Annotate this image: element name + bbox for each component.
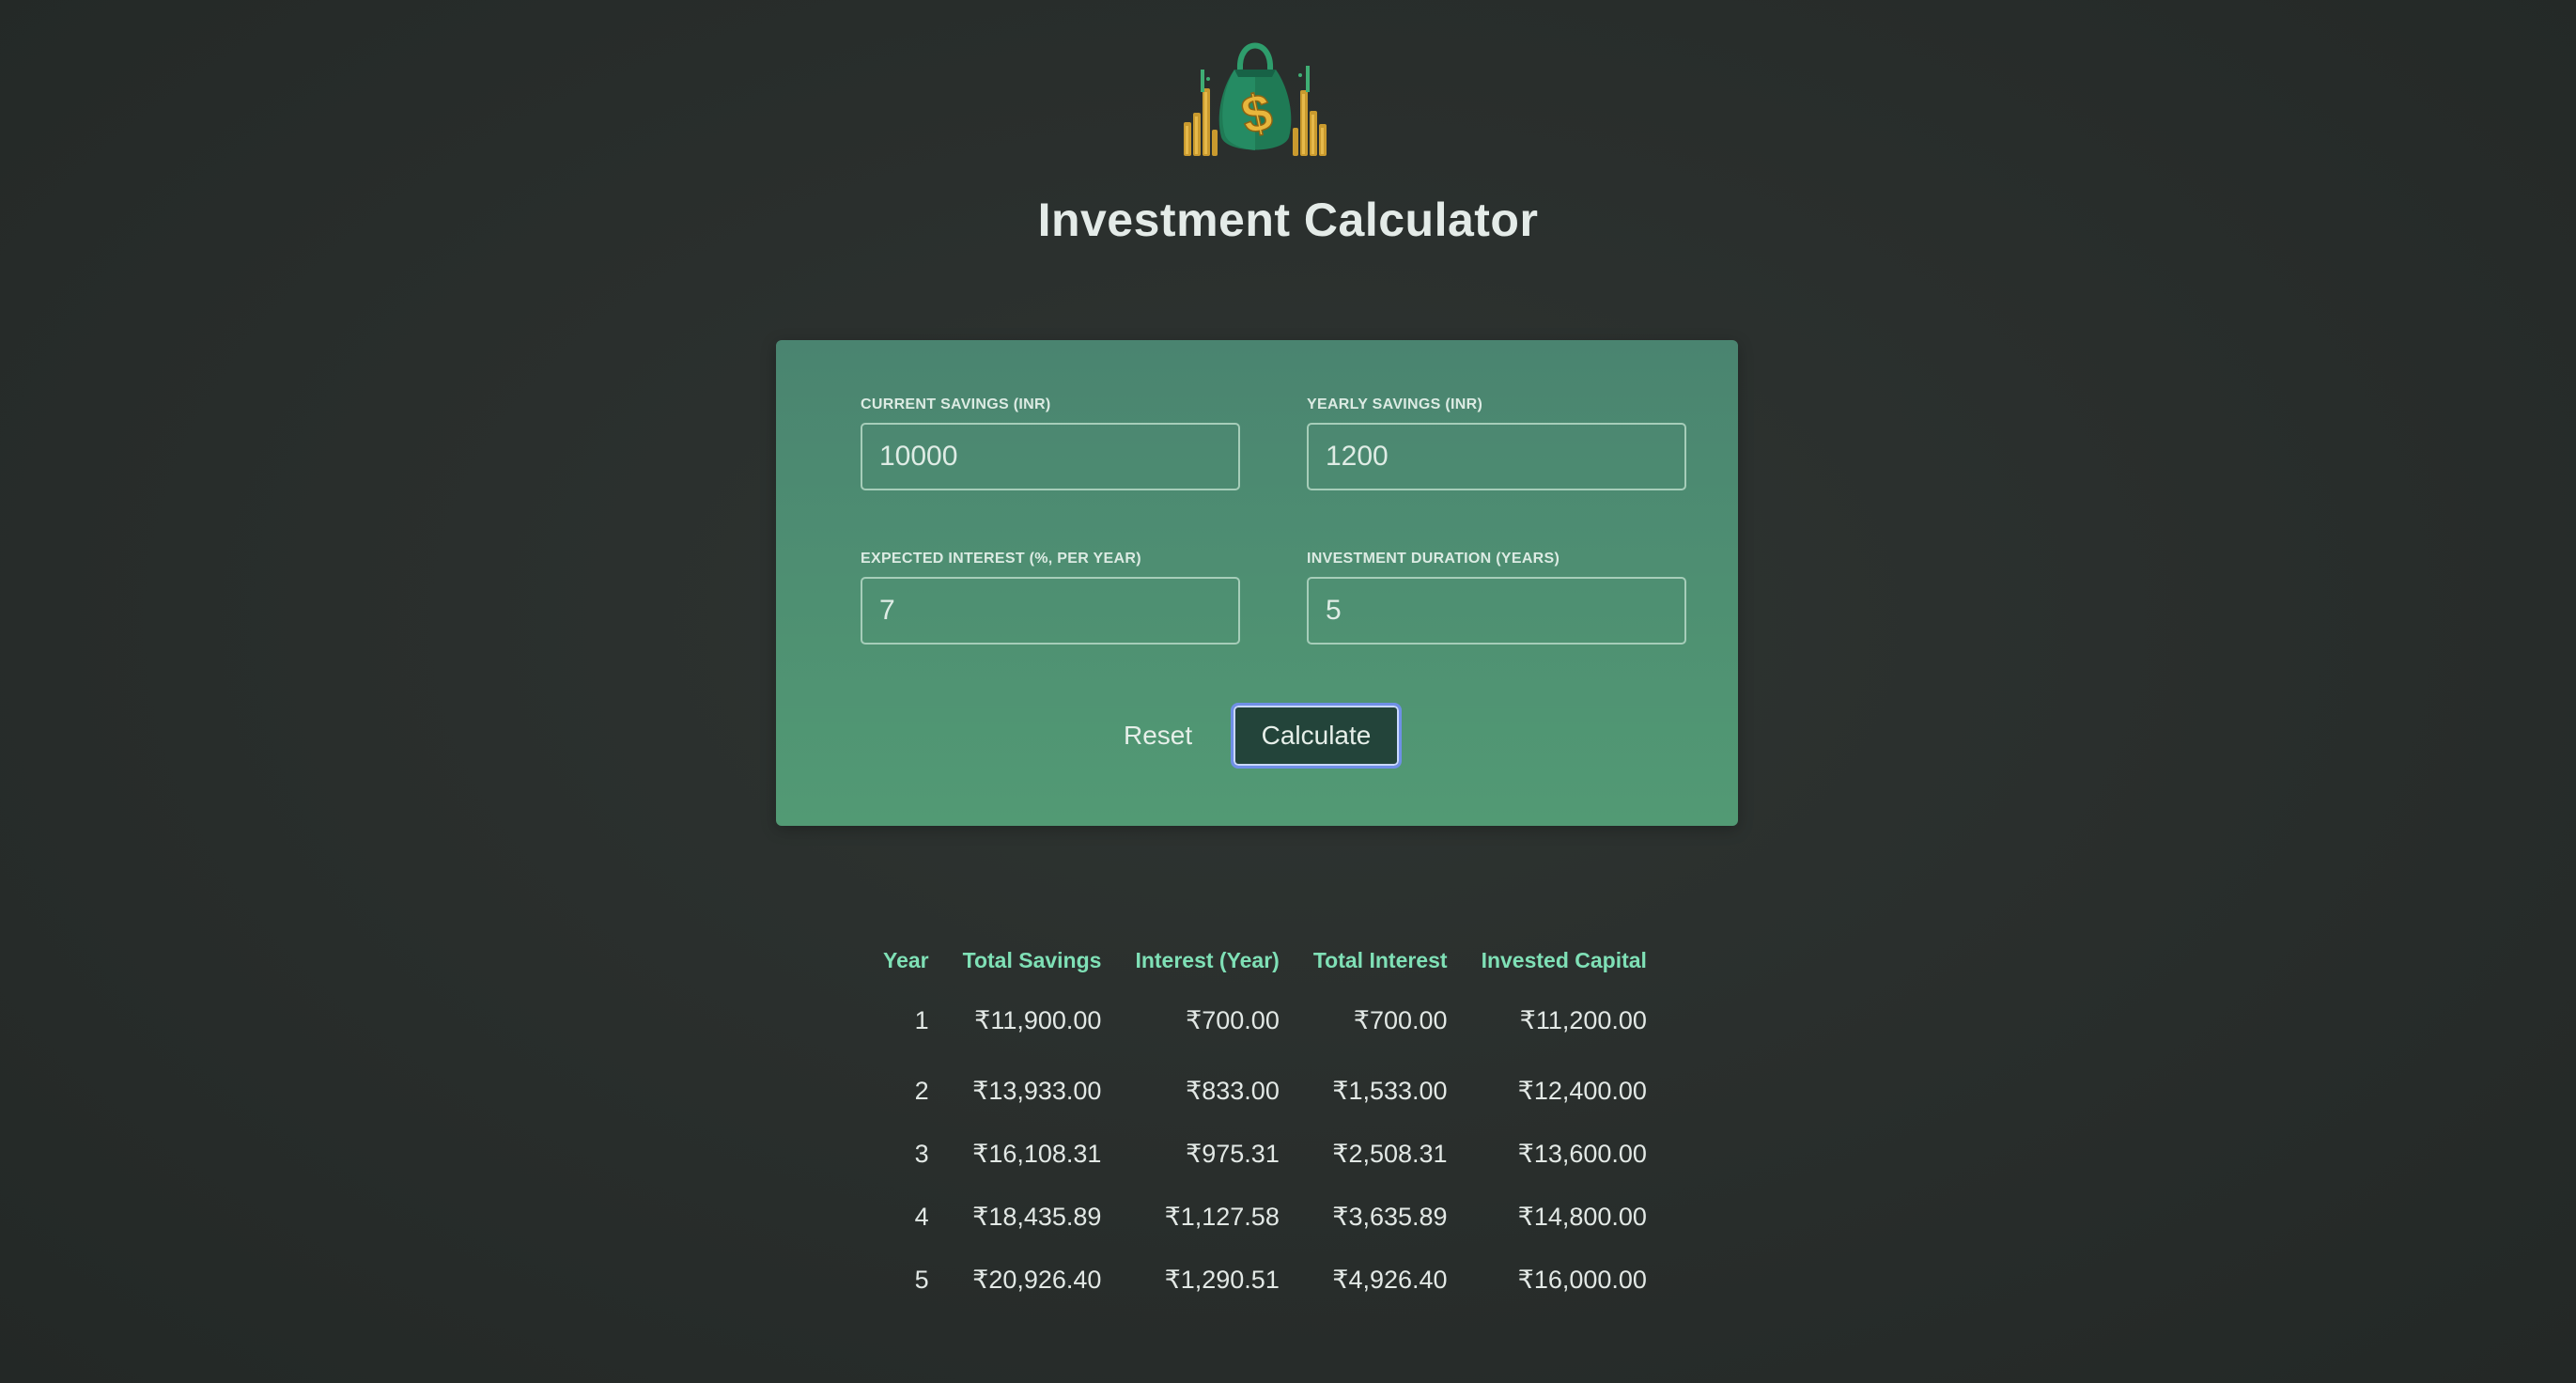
form-actions: Reset Calculate [776, 703, 1738, 769]
cell-year: 3 [914, 1140, 929, 1168]
results-table: Year Total Savings Interest (Year) Total… [870, 940, 1647, 1312]
current-savings-input[interactable] [861, 423, 1240, 490]
cell-total-interest: ₹3,635.89 [1332, 1203, 1448, 1231]
table-row: 2 ₹13,933.00 ₹833.00 ₹1,533.00 ₹12,400.0… [870, 1060, 1647, 1123]
calculate-button[interactable]: Calculate [1231, 703, 1402, 769]
expected-interest-label: EXPECTED INTEREST (%, PER YEAR) [861, 551, 1141, 567]
cell-invested-capital: ₹16,000.00 [1517, 1266, 1647, 1294]
cell-interest-year: ₹1,290.51 [1164, 1266, 1280, 1294]
cell-total-interest: ₹1,533.00 [1332, 1077, 1448, 1105]
cell-total-interest: ₹700.00 [1353, 1005, 1448, 1034]
column-header-total-savings: Total Savings [962, 947, 1102, 972]
cell-year: 5 [914, 1266, 929, 1294]
cell-invested-capital: ₹14,800.00 [1517, 1203, 1647, 1231]
cell-invested-capital: ₹11,200.00 [1519, 1005, 1647, 1034]
expected-interest-input[interactable] [861, 577, 1240, 645]
table-row: 1 ₹11,900.00 ₹700.00 ₹700.00 ₹11,200.00 [870, 981, 1647, 1060]
column-header-interest-year: Interest (Year) [1135, 947, 1280, 972]
money-bag-icon: $ [1184, 42, 1327, 156]
current-savings-field: CURRENT SAVINGS (INR) [861, 396, 1240, 490]
cell-interest-year: ₹1,127.58 [1164, 1203, 1280, 1231]
column-header-invested-capital: Invested Capital [1481, 947, 1647, 972]
cell-year: 1 [914, 1005, 929, 1034]
yearly-savings-field: YEARLY SAVINGS (INR) [1307, 396, 1686, 490]
expected-interest-field: EXPECTED INTEREST (%, PER YEAR) [861, 551, 1240, 645]
header-row: Year Total Savings Interest (Year) Total… [870, 940, 1647, 981]
yearly-savings-label: YEARLY SAVINGS (INR) [1307, 396, 1483, 412]
cell-total-savings: ₹13,933.00 [972, 1077, 1102, 1105]
cell-total-savings: ₹16,108.31 [972, 1140, 1102, 1168]
results-table-header: Year Total Savings Interest (Year) Total… [870, 940, 1647, 981]
cell-year: 2 [914, 1077, 929, 1105]
cell-total-savings: ₹11,900.00 [974, 1005, 1102, 1034]
cell-total-interest: ₹4,926.40 [1332, 1266, 1448, 1294]
investment-duration-label: INVESTMENT DURATION (YEARS) [1307, 551, 1560, 567]
reset-button[interactable]: Reset [1114, 710, 1202, 761]
investment-duration-input[interactable] [1307, 577, 1686, 645]
page-title: Investment Calculator [1037, 194, 1539, 246]
yearly-savings-input[interactable] [1307, 423, 1686, 490]
column-header-year: Year [883, 947, 929, 972]
table-row: 4 ₹18,435.89 ₹1,127.58 ₹3,635.89 ₹14,800… [870, 1186, 1647, 1249]
results-table-body: 1 ₹11,900.00 ₹700.00 ₹700.00 ₹11,200.00 … [870, 981, 1647, 1312]
cell-total-interest: ₹2,508.31 [1332, 1140, 1448, 1168]
cell-year: 4 [914, 1203, 929, 1231]
current-savings-label: CURRENT SAVINGS (INR) [861, 396, 1051, 412]
cell-interest-year: ₹700.00 [1186, 1005, 1280, 1034]
table-row: 5 ₹20,926.40 ₹1,290.51 ₹4,926.40 ₹16,000… [870, 1249, 1647, 1312]
table-row: 3 ₹16,108.31 ₹975.31 ₹2,508.31 ₹13,600.0… [870, 1123, 1647, 1186]
cell-interest-year: ₹975.31 [1186, 1140, 1280, 1168]
cell-invested-capital: ₹13,600.00 [1517, 1140, 1647, 1168]
cell-interest-year: ₹833.00 [1186, 1077, 1280, 1105]
cell-total-savings: ₹20,926.40 [972, 1266, 1102, 1294]
cell-invested-capital: ₹12,400.00 [1517, 1077, 1647, 1105]
column-header-total-interest: Total Interest [1312, 947, 1448, 972]
cell-total-savings: ₹18,435.89 [972, 1203, 1102, 1231]
investment-form: CURRENT SAVINGS (INR) YEARLY SAVINGS (IN… [776, 340, 1738, 826]
investment-duration-field: INVESTMENT DURATION (YEARS) [1307, 551, 1686, 645]
